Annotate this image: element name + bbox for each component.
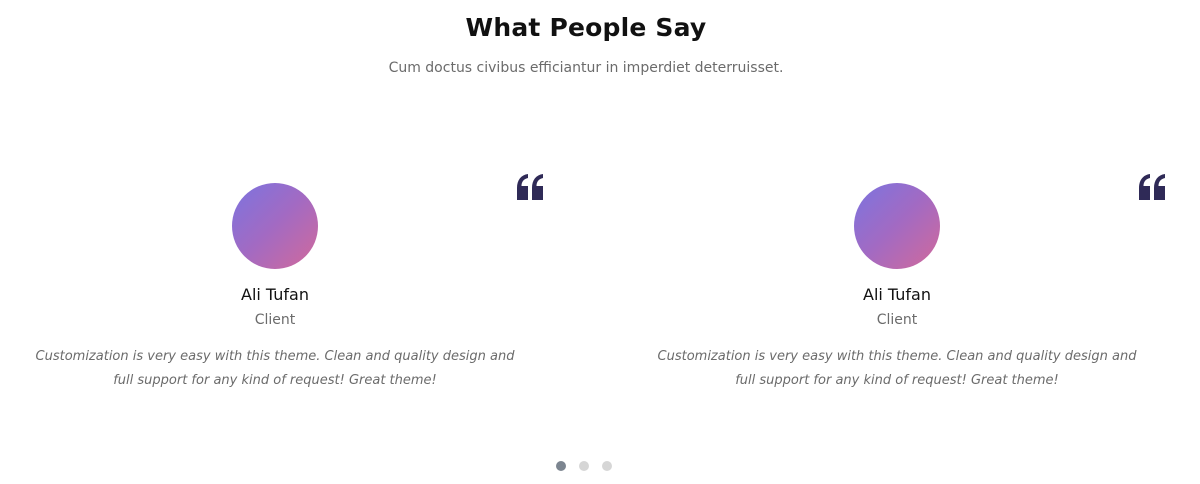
testimonial-card: Ali Tufan Client Customization is very e…	[0, 160, 560, 420]
testimonial-name: Ali Tufan	[863, 285, 931, 304]
carousel-dots	[556, 461, 612, 473]
testimonial-text: Customization is very easy with this the…	[657, 349, 1137, 388]
testimonial-name: Ali Tufan	[241, 285, 309, 304]
section-subtitle: Cum doctus civibus efficiantur in imperd…	[388, 60, 784, 76]
avatar	[232, 183, 318, 269]
carousel-dot-1[interactable]	[556, 461, 566, 471]
quote-icon	[517, 174, 543, 200]
testimonial-text: Customization is very easy with this the…	[35, 349, 515, 388]
carousel-dot-3[interactable]	[602, 461, 612, 471]
testimonial-role: Client	[254, 312, 296, 328]
testimonial-card: Ali Tufan Client Customization is very e…	[622, 160, 1182, 420]
avatar	[854, 183, 940, 269]
quote-icon	[1139, 174, 1165, 200]
section-title: What People Say	[465, 13, 707, 42]
testimonial-role: Client	[876, 312, 918, 328]
carousel-dot-2[interactable]	[579, 461, 589, 471]
